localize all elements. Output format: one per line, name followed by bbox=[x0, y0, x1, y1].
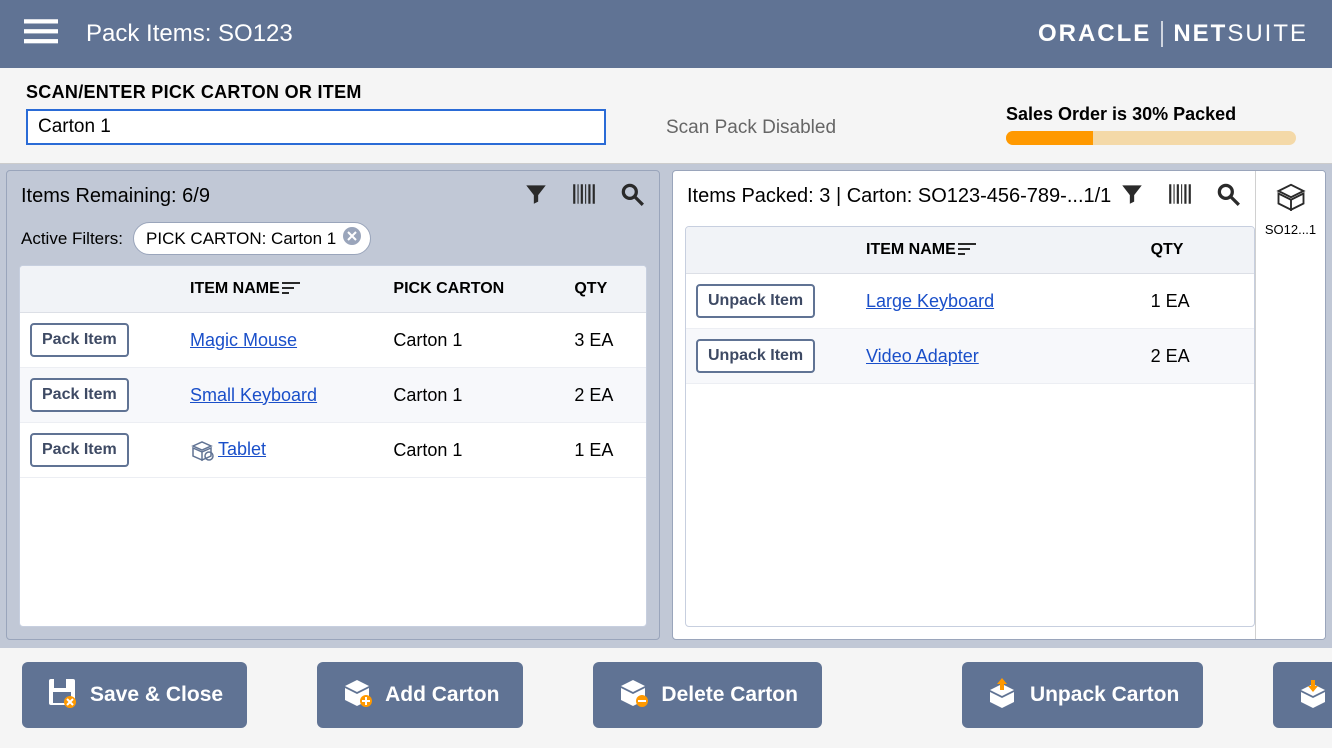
scan-input[interactable] bbox=[26, 109, 606, 145]
brand-divider bbox=[1161, 21, 1163, 47]
table-row: Unpack Item Large Keyboard 1 EA bbox=[686, 274, 1254, 329]
filter-icon[interactable] bbox=[1119, 181, 1145, 212]
qty-cell: 2 EA bbox=[564, 368, 646, 423]
unpack-item-button[interactable]: Unpack Item bbox=[696, 339, 815, 373]
delete-carton-button[interactable]: Delete Carton bbox=[593, 662, 822, 728]
items-remaining-table: ITEM NAME PICK CARTON QTY Pack Item Magic… bbox=[20, 266, 646, 478]
save-close-button[interactable]: Save & Close bbox=[22, 662, 247, 728]
barcode-icon[interactable] bbox=[1167, 181, 1193, 212]
qty-cell: 3 EA bbox=[564, 313, 646, 368]
topbar: Pack Items: SO123 ORACLE NETSUITE bbox=[0, 0, 1332, 68]
pick-carton-cell: Carton 1 bbox=[383, 313, 564, 368]
main: Items Remaining: 6/9 Active Filters: PIC… bbox=[0, 164, 1332, 648]
brand-logo: ORACLE NETSUITE bbox=[1038, 20, 1308, 48]
col-action bbox=[686, 227, 856, 274]
col-item-name[interactable]: ITEM NAME bbox=[856, 227, 1141, 274]
col-qty[interactable]: QTY bbox=[564, 266, 646, 313]
sort-icon bbox=[280, 280, 300, 297]
brand-netsuite-light: SUITE bbox=[1227, 20, 1308, 47]
pack-item-button[interactable]: Pack Item bbox=[30, 378, 129, 412]
col-action bbox=[20, 266, 180, 313]
qty-cell: 1 EA bbox=[564, 423, 646, 478]
pack-item-button[interactable]: Pack Item bbox=[30, 323, 129, 357]
barcode-icon[interactable] bbox=[571, 181, 597, 212]
footer: Save & Close Add Carton Delete Carton Un… bbox=[0, 648, 1332, 748]
scan-pack-disabled: Scan Pack Disabled bbox=[666, 117, 836, 139]
col-item-name[interactable]: ITEM NAME bbox=[180, 266, 383, 313]
filter-chip[interactable]: PICK CARTON: Carton 1 bbox=[133, 222, 371, 255]
save-close-label: Save & Close bbox=[90, 683, 223, 707]
brand-oracle: ORACLE bbox=[1038, 20, 1151, 48]
add-carton-label: Add Carton bbox=[385, 683, 499, 707]
table-row: Pack Item Tablet Carton 11 EA bbox=[20, 423, 646, 478]
box-arrow-up-icon bbox=[986, 676, 1018, 714]
carton-strip-label: SO12...1 bbox=[1265, 222, 1316, 237]
item-link[interactable]: Tablet bbox=[218, 439, 266, 459]
add-carton-button[interactable]: Add Carton bbox=[317, 662, 523, 728]
scan-label: SCAN/ENTER PICK CARTON OR ITEM bbox=[26, 82, 606, 103]
item-link[interactable]: Large Keyboard bbox=[866, 291, 994, 311]
brand-netsuite-bold: NET bbox=[1173, 20, 1227, 47]
delete-carton-label: Delete Carton bbox=[661, 683, 798, 707]
search-icon[interactable] bbox=[619, 181, 645, 212]
items-remaining-panel: Items Remaining: 6/9 Active Filters: PIC… bbox=[6, 170, 660, 640]
box-gear-icon bbox=[190, 439, 218, 459]
col-qty[interactable]: QTY bbox=[1141, 227, 1254, 274]
box-arrow-down-icon bbox=[1297, 676, 1329, 714]
table-row: Pack Item Magic Mouse Carton 13 EA bbox=[20, 313, 646, 368]
scan-bar: SCAN/ENTER PICK CARTON OR ITEM Scan Pack… bbox=[0, 68, 1332, 164]
open-box-icon bbox=[1276, 181, 1306, 216]
item-link[interactable]: Magic Mouse bbox=[190, 330, 297, 350]
pick-carton-cell: Carton 1 bbox=[383, 423, 564, 478]
packed-status-label: Sales Order is 30% Packed bbox=[1006, 104, 1306, 125]
sort-icon bbox=[956, 241, 976, 258]
items-packed-panel: Items Packed: 3 | Carton: SO123-456-789-… bbox=[672, 170, 1326, 640]
box-plus-icon bbox=[341, 676, 373, 714]
unpack-carton-button[interactable]: Unpack Carton bbox=[962, 662, 1203, 728]
search-icon[interactable] bbox=[1215, 181, 1241, 212]
col-pick-carton[interactable]: PICK CARTON bbox=[383, 266, 564, 313]
table-row: Unpack Item Video Adapter 2 EA bbox=[686, 329, 1254, 384]
carton-strip[interactable]: SO12...1 bbox=[1255, 171, 1325, 639]
unpack-item-button[interactable]: Unpack Item bbox=[696, 284, 815, 318]
floppy-icon bbox=[46, 676, 78, 714]
table-row: Pack Item Small Keyboard Carton 12 EA bbox=[20, 368, 646, 423]
pick-carton-cell: Carton 1 bbox=[383, 368, 564, 423]
items-remaining-title: Items Remaining: 6/9 bbox=[21, 185, 210, 208]
item-link[interactable]: Small Keyboard bbox=[190, 385, 317, 405]
item-link[interactable]: Video Adapter bbox=[866, 346, 979, 366]
active-filters-label: Active Filters: bbox=[21, 229, 123, 249]
filter-icon[interactable] bbox=[523, 181, 549, 212]
close-icon[interactable] bbox=[342, 226, 362, 251]
unpack-carton-label: Unpack Carton bbox=[1030, 683, 1179, 707]
filter-chip-text: PICK CARTON: Carton 1 bbox=[146, 229, 336, 249]
pack-carton-button[interactable]: Pack Carton bbox=[1273, 662, 1332, 728]
box-minus-icon bbox=[617, 676, 649, 714]
items-packed-table: ITEM NAME QTY Unpack Item Large Keyboard 1… bbox=[686, 227, 1254, 384]
progress-bar bbox=[1006, 131, 1296, 145]
brand-netsuite: NETSUITE bbox=[1173, 20, 1308, 48]
pack-item-button[interactable]: Pack Item bbox=[30, 433, 129, 467]
qty-cell: 2 EA bbox=[1141, 329, 1254, 384]
items-packed-title: Items Packed: 3 | Carton: SO123-456-789-… bbox=[687, 185, 1111, 208]
page-title: Pack Items: SO123 bbox=[86, 20, 293, 48]
progress-fill bbox=[1006, 131, 1093, 145]
hamburger-icon[interactable] bbox=[24, 15, 58, 54]
qty-cell: 1 EA bbox=[1141, 274, 1254, 329]
